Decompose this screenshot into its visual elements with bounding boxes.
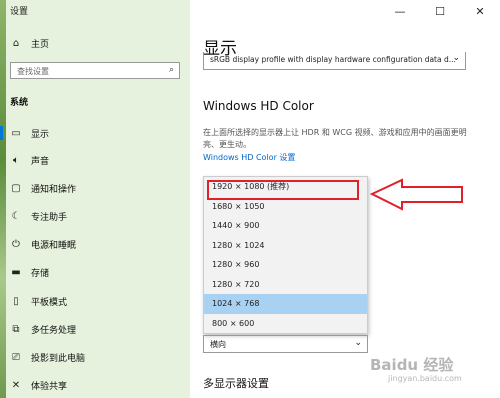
sidebar-item-power[interactable]: ⏻ 电源和睡眠 xyxy=(10,237,76,251)
share-icon: ✕ xyxy=(11,379,21,391)
sidebar-item-label: 声音 xyxy=(31,156,50,167)
power-icon: ⏻ xyxy=(12,238,20,250)
window-title: 设置 xyxy=(10,7,29,17)
sidebar-item-storage[interactable]: ▬ 存储 xyxy=(10,265,49,279)
sidebar: 设置 ⌂ 主页 查找设置 ⌕ 系统 ▭ 显示 🔈︎ 声音 ▢ 通知和操作 ☾ 专… xyxy=(0,0,190,398)
home-icon: ⌂ xyxy=(12,37,20,49)
watermark-brand: Baidu 经验 xyxy=(370,356,454,374)
color-profile-select[interactable]: sRGB display profile with display hardwa… xyxy=(203,52,466,70)
close-button[interactable]: ✕ xyxy=(460,0,500,22)
active-indicator xyxy=(0,126,3,140)
hd-color-heading: Windows HD Color xyxy=(203,99,314,113)
watermark-url: jingyan.baidu.com xyxy=(388,374,462,383)
tablet-icon: ▯ xyxy=(13,295,19,307)
color-profile-value: sRGB display profile with display hardwa… xyxy=(210,55,456,64)
red-highlight-box xyxy=(207,180,359,200)
minimize-button[interactable]: — xyxy=(380,0,420,22)
sidebar-item-label: 投影到此电脑 xyxy=(31,353,86,364)
storage-icon: ▬ xyxy=(11,266,21,278)
resolution-option[interactable]: 1280 × 720 xyxy=(204,275,367,295)
sidebar-item-label: 电源和睡眠 xyxy=(31,240,77,251)
maximize-button[interactable]: ☐ xyxy=(420,0,460,22)
hd-color-description: 在上面所选择的显示器上让 HDR 和 WCG 视频、游戏和应用中的画面更明亮、更… xyxy=(203,128,467,149)
desktop-wallpaper-strip xyxy=(0,0,6,398)
multitask-icon: ⧉ xyxy=(12,323,20,335)
sidebar-item-notifications[interactable]: ▢ 通知和操作 xyxy=(10,181,76,195)
sidebar-item-sound[interactable]: 🔈︎ 声音 xyxy=(10,153,49,167)
sidebar-item-label: 多任务处理 xyxy=(31,325,77,336)
resolution-option[interactable]: 1280 × 1024 xyxy=(204,236,367,256)
watermark: Baidu 经验 jingyan.baidu.com xyxy=(370,354,462,383)
sidebar-item-label: 体验共享 xyxy=(31,381,68,392)
resolution-option[interactable]: 1280 × 960 xyxy=(204,255,367,275)
resolution-option[interactable]: 800 × 600 xyxy=(204,314,367,334)
notification-icon: ▢ xyxy=(11,182,21,194)
chevron-down-icon: ⌄ xyxy=(452,53,460,63)
home-label: 主页 xyxy=(31,39,50,50)
resolution-option[interactable]: 1440 × 900 xyxy=(204,216,367,236)
search-input[interactable]: 查找设置 ⌕ xyxy=(10,62,180,79)
window-controls: — ☐ ✕ xyxy=(380,0,500,22)
speaker-icon: 🔈︎ xyxy=(13,154,19,166)
sidebar-item-multitask[interactable]: ⧉ 多任务处理 xyxy=(10,322,76,336)
search-icon[interactable]: ⌕ xyxy=(169,65,174,75)
monitor-icon: ▭ xyxy=(11,127,21,139)
sidebar-item-label: 平板模式 xyxy=(31,297,68,308)
sidebar-item-label: 存储 xyxy=(31,268,50,279)
sidebar-item-label: 专注助手 xyxy=(31,212,68,223)
sidebar-item-share[interactable]: ✕ 体验共享 xyxy=(10,378,67,392)
sidebar-item-project[interactable]: ⎚ 投影到此电脑 xyxy=(10,350,85,364)
chevron-down-icon: ⌄ xyxy=(354,338,362,348)
sidebar-item-focus[interactable]: ☾ 专注助手 xyxy=(10,209,68,223)
hd-color-settings-link[interactable]: Windows HD Color 设置 xyxy=(203,152,295,163)
sidebar-item-label: 显示 xyxy=(31,129,50,140)
sidebar-item-home[interactable]: ⌂ 主页 xyxy=(10,36,49,50)
search-placeholder: 查找设置 xyxy=(17,67,49,76)
multi-display-heading: 多显示器设置 xyxy=(203,377,269,390)
section-heading: 系统 xyxy=(10,98,29,108)
resolution-option-selected[interactable]: 1024 × 768 xyxy=(204,294,367,314)
sidebar-item-label: 通知和操作 xyxy=(31,184,77,195)
project-icon: ⎚ xyxy=(12,351,20,363)
red-arrow-icon xyxy=(370,178,463,211)
sidebar-item-display[interactable]: ▭ 显示 xyxy=(10,126,49,140)
sidebar-item-tablet[interactable]: ▯ 平板模式 xyxy=(10,294,67,308)
moon-icon: ☾ xyxy=(11,210,21,222)
orientation-select[interactable]: 横向 ⌄ xyxy=(203,335,368,353)
orientation-value: 横向 xyxy=(210,340,226,349)
